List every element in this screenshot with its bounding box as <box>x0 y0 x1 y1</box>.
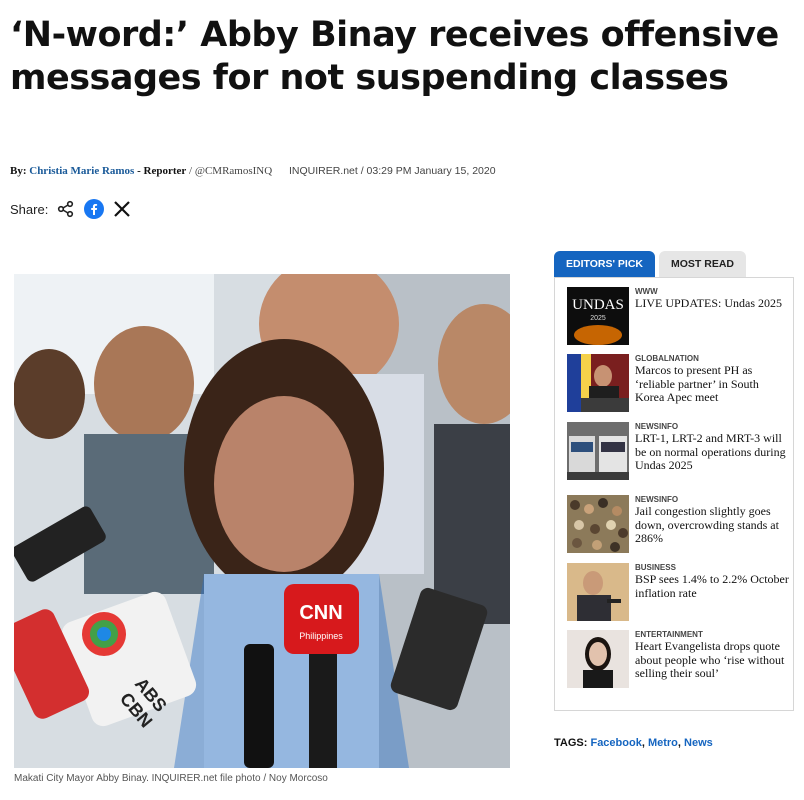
facebook-icon[interactable] <box>84 199 105 219</box>
thumbnail-image <box>567 422 629 480</box>
tab-most-read[interactable]: MOST READ <box>658 251 746 277</box>
thumb-undas-year: 2025 <box>590 315 606 322</box>
item-title[interactable]: Heart Evangelista drops quote about peop… <box>635 639 791 681</box>
cnn-mic-sublabel: Philippines <box>299 631 343 641</box>
thumb-undas-label: UNDAS <box>572 297 624 313</box>
item-title[interactable]: Jail congestion slightly goes down, over… <box>635 504 791 546</box>
author-role: - Reporter <box>137 165 187 177</box>
author-handle[interactable]: / @CMRamosINQ <box>189 165 272 177</box>
share-label: Share: <box>10 201 49 217</box>
tag-link-news[interactable]: News <box>684 737 713 749</box>
sidebar-tabs: EDITORS' PICK MOST READ <box>554 251 746 277</box>
thumbnail-image: UNDAS 2025 <box>567 287 629 345</box>
item-title[interactable]: BSP sees 1.4% to 2.2% October inflation … <box>635 572 791 600</box>
item-title[interactable]: LIVE UPDATES: Undas 2025 <box>635 296 791 311</box>
sidebar-item-lrt[interactable]: NEWSINFO LRT-1, LRT-2 and MRT-3 will be … <box>567 422 791 484</box>
cnn-mic-label: CNN <box>299 602 342 624</box>
item-title[interactable]: Marcos to present PH as ‘reliable partne… <box>635 363 791 405</box>
byline-by-label: By: <box>10 165 27 177</box>
byline: By: Christia Marie Ramos - Reporter / @C… <box>10 165 496 177</box>
tag-link-metro[interactable]: Metro <box>648 737 678 749</box>
x-icon[interactable] <box>112 199 132 219</box>
author-link[interactable]: Christia Marie Ramos <box>29 165 134 177</box>
source-name: INQUIRER.net <box>288 165 358 177</box>
share-bar: Share: <box>10 198 132 220</box>
photo-caption: Makati City Mayor Abby Binay. INQUIRER.n… <box>14 773 328 784</box>
item-title[interactable]: LRT-1, LRT-2 and MRT-3 will be on normal… <box>635 431 791 473</box>
sidebar-item-undas[interactable]: UNDAS 2025 WWW LIVE UPDATES: Undas 2025 <box>567 287 791 349</box>
article-photo: CNN Philippines ABS CBN <box>14 274 510 768</box>
publish-datetime: / 03:29 PM January 15, 2020 <box>360 165 496 177</box>
share-icon[interactable] <box>56 199 76 219</box>
thumbnail-image <box>567 630 629 688</box>
sidebar-item-jail[interactable]: NEWSINFO Jail congestion slightly goes d… <box>567 495 791 557</box>
tags-label: TAGS: <box>554 737 588 749</box>
tab-editors-pick[interactable]: EDITORS' PICK <box>554 251 655 277</box>
editors-pick-panel: UNDAS 2025 WWW LIVE UPDATES: Undas 2025 … <box>554 277 794 711</box>
thumbnail-image <box>567 495 629 553</box>
tag-link-facebook[interactable]: Facebook <box>590 737 641 749</box>
thumbnail-image <box>567 354 629 412</box>
article-headline: ‘N-word:’ Abby Binay receives offensive … <box>10 15 779 98</box>
sidebar-item-heart[interactable]: ENTERTAINMENT Heart Evangelista drops qu… <box>567 630 791 692</box>
sidebar-item-bsp[interactable]: BUSINESS BSP sees 1.4% to 2.2% October i… <box>567 563 791 625</box>
sidebar-item-marcos[interactable]: GLOBALNATION Marcos to present PH as ‘re… <box>567 354 791 416</box>
tags-row: TAGS: Facebook, Metro, News <box>554 737 713 749</box>
thumbnail-image <box>567 563 629 621</box>
